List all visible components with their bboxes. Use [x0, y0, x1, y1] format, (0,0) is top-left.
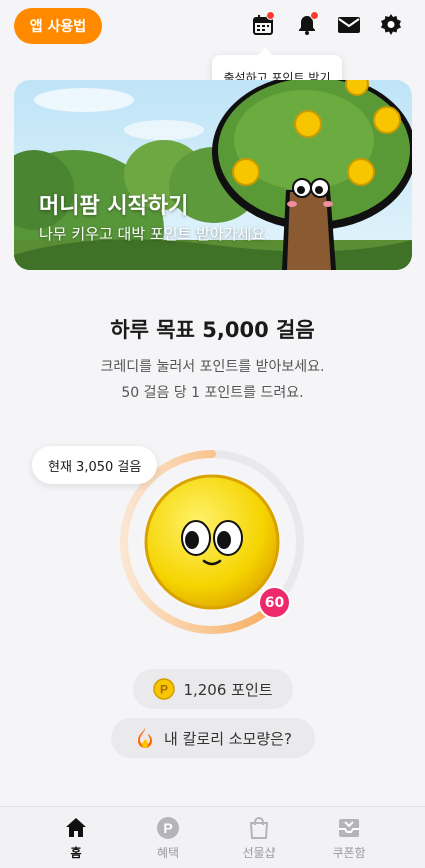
- nav-item-coupon-box[interactable]: 쿠폰함: [309, 807, 389, 868]
- notification-dot: [266, 11, 275, 20]
- top-bar: 앱 사용법: [0, 0, 425, 56]
- nav-item-home[interactable]: 홈: [36, 807, 116, 868]
- fire-icon: [138, 727, 153, 748]
- svg-text:P: P: [163, 820, 172, 836]
- bottom-navigation: 홈 P 혜택 선물샵 쿠폰함: [0, 806, 425, 868]
- credit-count-badge[interactable]: 60: [258, 586, 291, 619]
- app-usage-button[interactable]: 앱 사용법: [14, 8, 102, 44]
- gear-icon[interactable]: [378, 12, 404, 38]
- points-label: 1,206 포인트: [183, 680, 273, 699]
- goal-description-line1: 크레디를 눌러서 포인트를 받아보세요.: [100, 359, 325, 375]
- nav-item-gift-shop[interactable]: 선물샵: [219, 807, 299, 868]
- nav-label-gift-shop: 선물샵: [242, 845, 276, 860]
- calories-pill[interactable]: 내 칼로리 소모량은?: [111, 718, 315, 758]
- calendar-icon[interactable]: [250, 11, 276, 38]
- bell-icon[interactable]: [294, 11, 320, 38]
- point-icon: P: [157, 816, 179, 839]
- nav-item-benefits[interactable]: P 혜택: [128, 807, 208, 868]
- coupon-box-icon: [339, 818, 359, 837]
- shopping-bag-icon: [249, 816, 269, 839]
- notification-dot: [310, 11, 319, 20]
- current-steps-bubble: 현재 3,050 걸음: [32, 446, 158, 484]
- svg-text:P: P: [160, 683, 168, 697]
- credi-coin-character[interactable]: [144, 474, 280, 610]
- nav-label-benefits: 혜택: [156, 845, 180, 860]
- goal-description-line2: 50 걸음 당 1 포인트를 드려요.: [121, 385, 304, 401]
- nav-label-coupon-box: 쿠폰함: [332, 845, 366, 860]
- daily-goal-title: 하루 목표 5,000 걸음: [110, 318, 315, 342]
- points-pill[interactable]: P 1,206 포인트: [133, 669, 293, 709]
- nav-label-home: 홈: [70, 845, 82, 860]
- mail-icon[interactable]: [336, 12, 362, 38]
- home-icon: [66, 817, 86, 837]
- banner-subtitle: 나무 키우고 대박 포인트 받아가세요.: [39, 225, 270, 243]
- calories-label: 내 칼로리 소모량은?: [164, 729, 292, 748]
- money-farm-banner[interactable]: 머니팜 시작하기 나무 키우고 대박 포인트 받아가세요.: [14, 80, 412, 270]
- banner-title: 머니팜 시작하기: [39, 194, 189, 219]
- point-coin-icon: P: [153, 678, 176, 700]
